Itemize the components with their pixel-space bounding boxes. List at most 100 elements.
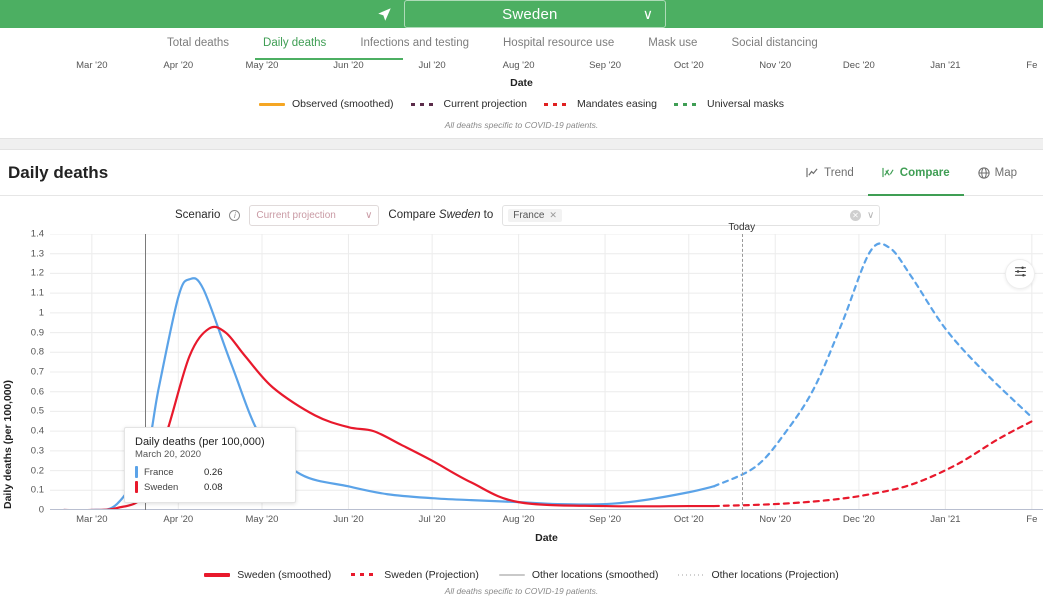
tab-hospital-resource-use[interactable]: Hospital resource use (486, 28, 631, 58)
top-x-tick: Apr '20 (163, 60, 194, 71)
x-tick: Nov '20 (759, 514, 792, 525)
chevron-down-icon: ∨ (642, 6, 653, 22)
tab-trend[interactable]: Trend (792, 152, 868, 196)
tooltip-series-name: Sweden (144, 481, 179, 493)
legend-item: Observed (smoothed) (258, 98, 394, 110)
legend-swatch (673, 102, 700, 106)
x-tick: Mar '20 (76, 514, 108, 525)
scenario-select[interactable]: Current projection ∨ (249, 204, 380, 226)
legend-label: Current projection (443, 98, 527, 110)
legend-swatch (204, 573, 231, 577)
legend-label: Sweden (smoothed) (237, 569, 332, 581)
x-tick: Aug '20 (502, 514, 535, 525)
top-x-tick: Fe (1026, 60, 1038, 71)
legend-label: Other locations (Projection) (711, 569, 839, 581)
legend-label: Universal masks (706, 98, 785, 110)
y-tick: 0.2 (30, 465, 44, 477)
legend-item: Universal masks (673, 98, 785, 110)
main-chart[interactable]: Daily deaths (per 100,000) 0 0.1 0.2 0.3 0.4… (0, 222, 1043, 564)
scenario-value: Current projection (256, 209, 336, 221)
legend-swatch (258, 102, 285, 106)
top-x-tick: Sep '20 (589, 60, 622, 71)
y-tick: 0 (38, 504, 44, 516)
tab-map[interactable]: Map (964, 152, 1031, 196)
y-tick: 0.6 (30, 386, 44, 398)
tooltip-series-value: 0.26 (204, 466, 223, 478)
legend-label: Other locations (smoothed) (531, 569, 659, 581)
chart-controls: Scenario i Current projection ∨ Compare … (0, 196, 1043, 234)
y-tick: 0.7 (30, 366, 44, 378)
location-name: Sweden (502, 5, 558, 23)
page-title: Daily deaths (8, 162, 109, 182)
y-tick: 1.1 (30, 287, 44, 299)
tab-daily-deaths[interactable]: Daily deaths (246, 28, 343, 58)
clear-all-icon[interactable]: ✕ (849, 209, 861, 221)
chip-france[interactable]: France ✕ (508, 208, 562, 222)
top-x-tick: Jan '21 (930, 60, 961, 71)
top-bar: Sweden ∨ (0, 0, 1043, 28)
today-label: Today (728, 222, 756, 233)
y-tick: 0.3 (30, 445, 44, 457)
top-x-tick: Dec '20 (842, 60, 875, 71)
chart-tooltip: Daily deaths (per 100,000) March 20, 202… (124, 427, 296, 503)
top-chart-footnote: All deaths specific to COVID-19 patients… (444, 120, 599, 130)
globe-icon (977, 166, 990, 179)
compare-prefix: Compare (388, 209, 436, 221)
legend-label: Observed (smoothed) (291, 98, 394, 110)
chevron-down-icon[interactable]: ∨ (867, 210, 874, 221)
x-tick: Apr '20 (163, 514, 194, 525)
top-chart-partial: Mar '20 Apr '20 May '20 Jun '20 Jul '20 Aug '… (0, 58, 1043, 138)
chart-settings-button[interactable] (1005, 259, 1035, 289)
y-tick: 1.4 (30, 228, 44, 240)
legend-item: Mandates easing (544, 98, 657, 110)
main-chart-legend: Sweden (smoothed) Sweden (Projection) Othe… (0, 564, 1043, 586)
y-tick: 1.3 (30, 248, 44, 260)
navigation-arrow-icon[interactable] (377, 7, 392, 22)
x-tick: Jun '20 (333, 514, 364, 525)
tab-compare[interactable]: Compare (867, 152, 964, 196)
top-x-tick: Jul '20 (418, 60, 446, 71)
tab-social-distancing[interactable]: Social distancing (714, 28, 834, 58)
x-axis-ticks: Mar '20 Apr '20 May '20 Jun '20 Jul '20 Aug '… (50, 514, 1043, 530)
legend-label: Mandates easing (577, 98, 657, 110)
compare-label: Compare Sweden to (388, 209, 493, 221)
location-selector[interactable]: Sweden ∨ (404, 0, 666, 28)
main-chart-footnote: All deaths specific to COVID-19 patients… (444, 586, 599, 596)
topic-tab-bar: Total deaths Daily deaths Infections and… (0, 28, 1043, 58)
y-tick: 0.9 (30, 327, 44, 339)
compare-suffix: to (483, 209, 494, 221)
tab-mask-use[interactable]: Mask use (631, 28, 714, 58)
series-line-projection (714, 243, 1032, 486)
top-chart-legend: Observed (smoothed) Current projection Man… (0, 98, 1043, 110)
y-tick: 0.8 (30, 346, 44, 358)
tab-infections-and-testing[interactable]: Infections and testing (343, 28, 486, 58)
section-header: Daily deaths Trend Compare Map (0, 150, 1043, 196)
top-chart-x-axis: Mar '20 Apr '20 May '20 Jun '20 Jul '20 Aug '… (0, 60, 1043, 76)
tooltip-date: March 20, 2020 (135, 449, 202, 460)
info-icon[interactable]: i (229, 209, 241, 221)
tab-total-deaths[interactable]: Total deaths (150, 28, 246, 58)
compare-multiselect[interactable]: France ✕ ✕ ∨ (502, 204, 881, 226)
x-tick: Dec '20 (842, 514, 875, 525)
tooltip-title: Daily deaths (per 100,000) (135, 436, 265, 448)
legend-swatch (498, 574, 525, 576)
section-divider (0, 138, 1043, 150)
x-tick: Jul '20 (418, 514, 446, 525)
chip-label: France (513, 209, 545, 221)
compare-location: Sweden (438, 209, 481, 221)
x-tick: Jan '21 (930, 514, 961, 525)
close-icon[interactable]: ✕ (549, 210, 557, 221)
tooltip-row-sweden: Sweden 0.08 (135, 481, 285, 493)
series-line-projection (714, 421, 1032, 506)
scenario-label: Scenario (175, 209, 221, 221)
x-tick: Fe (1026, 514, 1038, 525)
tooltip-row-france: France 0.26 (135, 466, 285, 478)
top-x-tick: Jun '20 (333, 60, 364, 71)
legend-item: Sweden (smoothed) (204, 569, 331, 581)
top-x-tick: Aug '20 (502, 60, 535, 71)
top-x-tick: Mar '20 (76, 60, 108, 71)
x-tick: Sep '20 (589, 514, 622, 525)
legend-item: Other locations (smoothed) (498, 569, 659, 581)
compare-actions: ✕ ∨ (849, 209, 874, 221)
chevron-down-icon: ∨ (365, 209, 373, 221)
